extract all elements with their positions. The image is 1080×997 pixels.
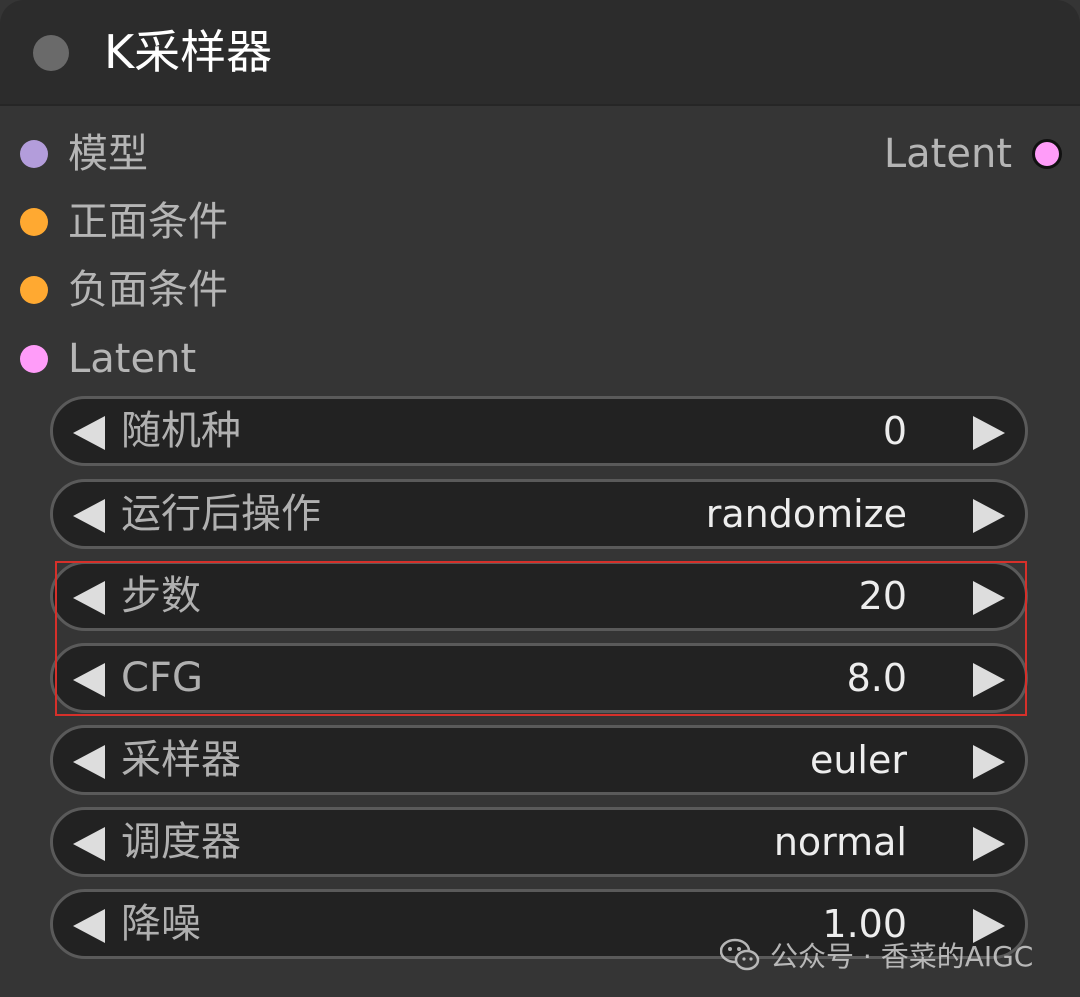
latent-input-slot-dot-icon[interactable] (20, 345, 48, 373)
decrement-arrow-icon[interactable] (73, 909, 105, 943)
input-label-positive: 正面条件 (68, 199, 228, 245)
input-label-latent: Latent (68, 336, 197, 382)
widget-label-seed: 随机种 (121, 408, 241, 454)
ksampler-node: K采样器 模型 正面条件 负面条件 Latent Latent 随机种 0 运行… (0, 0, 1080, 997)
watermark: 公众号 · 香菜的AIGC (719, 930, 1034, 980)
output-slot-latent[interactable]: Latent (884, 128, 1062, 180)
increment-arrow-icon[interactable] (973, 827, 1005, 861)
increment-arrow-icon[interactable] (973, 745, 1005, 779)
widget-steps[interactable]: 步数 20 (50, 561, 1028, 631)
wechat-icon (719, 938, 760, 972)
widget-value-seed[interactable]: 0 (883, 399, 907, 463)
widget-label-scheduler: 调度器 (121, 819, 241, 865)
input-label-model: 模型 (68, 131, 148, 177)
decrement-arrow-icon[interactable] (73, 581, 105, 615)
model-slot-dot-icon[interactable] (20, 140, 48, 168)
widget-label-sampler: 采样器 (121, 737, 241, 783)
input-slot-negative[interactable]: 负面条件 (20, 264, 228, 316)
widget-value-scheduler[interactable]: normal (774, 810, 907, 874)
decrement-arrow-icon[interactable] (73, 745, 105, 779)
decrement-arrow-icon[interactable] (73, 663, 105, 697)
increment-arrow-icon[interactable] (973, 416, 1005, 450)
widget-value-sampler[interactable]: euler (810, 728, 907, 792)
widget-value-cfg[interactable]: 8.0 (847, 646, 907, 710)
input-slot-positive[interactable]: 正面条件 (20, 196, 228, 248)
widget-label-denoise: 降噪 (121, 901, 201, 947)
watermark-text: 公众号 · 香菜的AIGC (770, 940, 1034, 973)
widget-control-after-generate[interactable]: 运行后操作 randomize (50, 479, 1028, 549)
collapse-dot-icon[interactable] (33, 35, 69, 71)
input-label-negative: 负面条件 (68, 267, 228, 313)
widget-scheduler[interactable]: 调度器 normal (50, 807, 1028, 877)
output-label-latent: Latent (883, 131, 1012, 177)
widget-label-control-after-generate: 运行后操作 (121, 491, 321, 537)
increment-arrow-icon[interactable] (973, 663, 1005, 697)
decrement-arrow-icon[interactable] (73, 499, 105, 533)
increment-arrow-icon[interactable] (973, 581, 1005, 615)
decrement-arrow-icon[interactable] (73, 416, 105, 450)
positive-slot-dot-icon[interactable] (20, 208, 48, 236)
decrement-arrow-icon[interactable] (73, 827, 105, 861)
widget-value-steps[interactable]: 20 (859, 564, 907, 628)
widget-label-cfg: CFG (121, 655, 203, 701)
widget-sampler[interactable]: 采样器 euler (50, 725, 1028, 795)
latent-output-slot-dot-icon[interactable] (1032, 139, 1062, 169)
node-titlebar[interactable]: K采样器 (0, 0, 1080, 106)
widget-cfg[interactable]: CFG 8.0 (50, 643, 1028, 713)
negative-slot-dot-icon[interactable] (20, 276, 48, 304)
widget-label-steps: 步数 (121, 573, 201, 619)
input-slot-latent[interactable]: Latent (20, 333, 196, 385)
node-title: K采样器 (104, 25, 273, 79)
widget-seed[interactable]: 随机种 0 (50, 396, 1028, 466)
increment-arrow-icon[interactable] (973, 499, 1005, 533)
input-slot-model[interactable]: 模型 (20, 128, 148, 180)
widget-value-control-after-generate[interactable]: randomize (706, 482, 907, 546)
